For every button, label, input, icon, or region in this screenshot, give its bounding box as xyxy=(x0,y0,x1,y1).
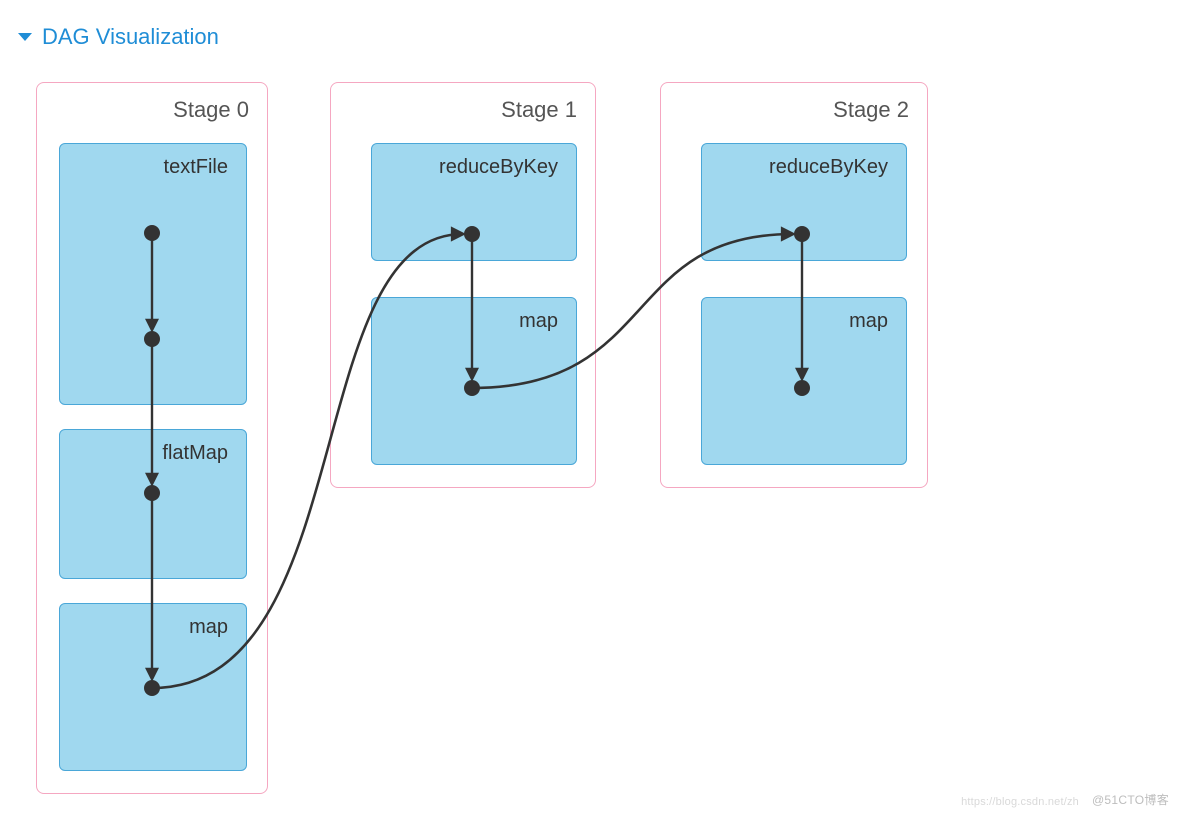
op-label: textFile xyxy=(164,156,228,179)
stage-title: Stage 2 xyxy=(833,97,909,123)
stage-title: Stage 0 xyxy=(173,97,249,123)
watermark-51cto: @51CTO博客 xyxy=(1092,791,1169,808)
dag-canvas: Stage 0 textFile flatMap map Stage 1 reduceBy… xyxy=(0,0,1184,818)
stage-0-op-0: textFile xyxy=(59,143,247,405)
stage-1-op-0: reduceByKey xyxy=(371,143,577,261)
op-label: reduceByKey xyxy=(769,156,888,179)
stage-0-op-2: map xyxy=(59,603,247,771)
stage-title: Stage 1 xyxy=(501,97,577,123)
op-label: map xyxy=(849,310,888,333)
op-label: map xyxy=(519,310,558,333)
watermark-csdn: https://blog.csdn.net/zh xyxy=(961,796,1079,808)
stage-0-op-1: flatMap xyxy=(59,429,247,579)
stage-1-op-1: map xyxy=(371,297,577,465)
stage-1: Stage 1 reduceByKey map xyxy=(330,82,596,488)
stage-0: Stage 0 textFile flatMap map xyxy=(36,82,268,794)
stage-2-op-0: reduceByKey xyxy=(701,143,907,261)
stage-2: Stage 2 reduceByKey map xyxy=(660,82,928,488)
op-label: map xyxy=(189,616,228,639)
op-label: flatMap xyxy=(162,442,228,465)
stage-2-op-1: map xyxy=(701,297,907,465)
op-label: reduceByKey xyxy=(439,156,558,179)
